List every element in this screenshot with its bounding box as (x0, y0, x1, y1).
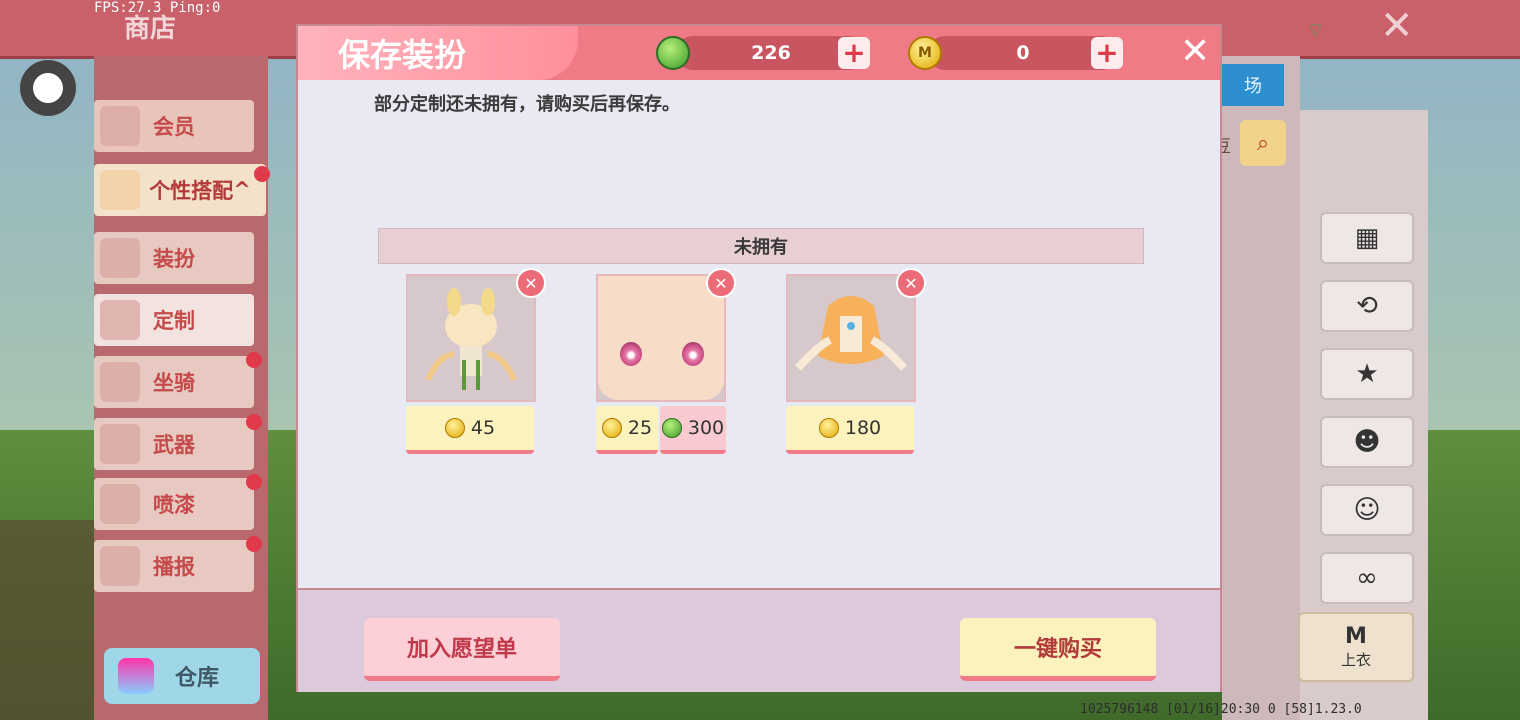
gold-currency-value: 0 (1016, 42, 1030, 64)
sidebar-item-custom[interactable]: 定制 (94, 294, 254, 346)
remove-item-button[interactable]: ✕ (896, 268, 926, 298)
sidebar-item-member[interactable]: 会员 (94, 100, 254, 152)
sidebar-item-label: 个性搭配 (149, 179, 234, 203)
style-icon (100, 170, 140, 210)
remove-item-button[interactable]: ✕ (706, 268, 736, 298)
spray-icon (100, 484, 140, 524)
gold-coin-icon (601, 418, 622, 438)
price-button-alt[interactable]: 300 (660, 406, 726, 454)
broadcast-icon (100, 546, 140, 586)
background-block (0, 520, 95, 720)
dress-image (795, 296, 907, 371)
record-button[interactable] (20, 60, 76, 116)
sidebar-item-label: 定制 (153, 309, 195, 333)
sidebar-item-label: 会员 (153, 115, 195, 139)
sidebar-item-label: 武器 (153, 433, 195, 457)
right-eye (682, 342, 704, 366)
member-icon (100, 106, 140, 146)
sidebar-item-mount[interactable]: 坐骑 (94, 352, 262, 408)
gold-coin-icon (444, 418, 465, 438)
top-clothes-label: 上衣 (1340, 651, 1371, 669)
price-value: 25 (627, 417, 653, 439)
history-icon[interactable]: ⟲ (1320, 280, 1414, 332)
store-sidebar: 会员 个性搭配 ^ 装扮 定制 坐骑 武器 喷漆 播报 (94, 56, 270, 720)
weapon-icon (100, 424, 140, 464)
green-gem-icon (656, 36, 690, 70)
price-button[interactable]: 180 (786, 406, 914, 454)
buy-all-button[interactable]: 一键购买 (960, 618, 1156, 681)
sidebar-item-spray[interactable]: 喷漆 (94, 474, 262, 530)
tshirt-icon: M (1345, 624, 1367, 649)
warehouse-button[interactable]: 仓库 (104, 648, 260, 704)
save-outfit-dialog: 保存装扮 226 + 0 M + ✕ 部分定制还未拥有，请购买后再保存。 未拥有… (296, 24, 1222, 692)
custom-icon (100, 300, 140, 340)
top-clothes-button[interactable]: M 上衣 (1298, 612, 1414, 682)
sidebar-item-weapon[interactable]: 武器 (94, 414, 262, 470)
dialog-footer: 加入愿望单 一键购买 (298, 588, 1220, 692)
add-gold-currency-button[interactable]: + (1091, 37, 1123, 69)
sidebar-item-label: 装扮 (153, 247, 195, 271)
sidebar-item-label: 播报 (153, 555, 195, 579)
search-icon: ⌕ (1256, 130, 1270, 156)
green-gem-icon (661, 418, 682, 438)
grid-icon[interactable]: ▦ (1320, 212, 1414, 264)
search-button[interactable]: ⌕ (1240, 120, 1286, 166)
tshirt-icon (100, 238, 140, 278)
dialog-close-button[interactable]: ✕ (1180, 32, 1210, 72)
tab-partial[interactable]: 场 (1222, 64, 1284, 106)
notification-dot (246, 474, 262, 490)
hair-accessory-image (425, 288, 517, 390)
price-value: 180 (844, 417, 882, 439)
price-button[interactable]: 45 (406, 406, 534, 454)
sidebar-item-label: 喷漆 (153, 493, 195, 517)
price-button[interactable]: 25 (596, 406, 658, 454)
left-eye (620, 342, 642, 366)
item-card-hair[interactable]: ✕ (406, 268, 546, 402)
mount-icon (100, 362, 140, 402)
notification-dot (246, 414, 262, 430)
sidebar-item-broadcast[interactable]: 播报 (94, 536, 262, 592)
price-value: 300 (687, 417, 725, 439)
outfit-icon[interactable]: ★ (1320, 348, 1414, 400)
mask-icon[interactable]: ∞ (1320, 552, 1414, 604)
notification-dot (246, 352, 262, 368)
notification-dot (254, 166, 270, 182)
item-card-face[interactable]: ✕ (596, 268, 736, 402)
add-green-currency-button[interactable]: + (838, 37, 870, 69)
dialog-message: 部分定制还未拥有，请购买后再保存。 (374, 94, 680, 115)
sidebar-item-outfit[interactable]: 装扮 (94, 232, 254, 284)
gold-currency-bar: 0 (928, 36, 1118, 70)
face-image (598, 276, 724, 400)
chevron-up-icon: ^ (233, 178, 251, 202)
status-bar: 1025796148 [01/16]20:30 0 [58]1.23.0 (1080, 702, 1362, 717)
gold-coin-icon: M (908, 36, 942, 70)
sidebar-item-label: 坐骑 (153, 371, 195, 395)
record-dot-icon (33, 73, 63, 103)
gold-coin-icon (818, 418, 839, 438)
notification-dot (246, 536, 262, 552)
store-close-button[interactable]: ✕ (1380, 6, 1414, 46)
fps-readout: FPS:27.3 Ping:0 (94, 0, 221, 16)
sidebar-item-personal-style[interactable]: 个性搭配 ^ (94, 164, 270, 216)
dialog-title: 保存装扮 (338, 36, 467, 74)
face-icon[interactable]: ☺ (1320, 484, 1414, 536)
remove-item-button[interactable]: ✕ (516, 268, 546, 298)
warehouse-label: 仓库 (174, 666, 219, 691)
signal-icon: ⌔ (1306, 18, 1325, 42)
section-header: 未拥有 (378, 228, 1144, 264)
price-value: 45 (470, 417, 496, 439)
warehouse-icon (118, 658, 154, 694)
item-card-dress[interactable]: ✕ (786, 268, 926, 402)
add-to-wishlist-button[interactable]: 加入愿望单 (364, 618, 560, 681)
green-currency-value: 226 (751, 42, 791, 64)
hair-icon[interactable]: ☻ (1320, 416, 1414, 468)
